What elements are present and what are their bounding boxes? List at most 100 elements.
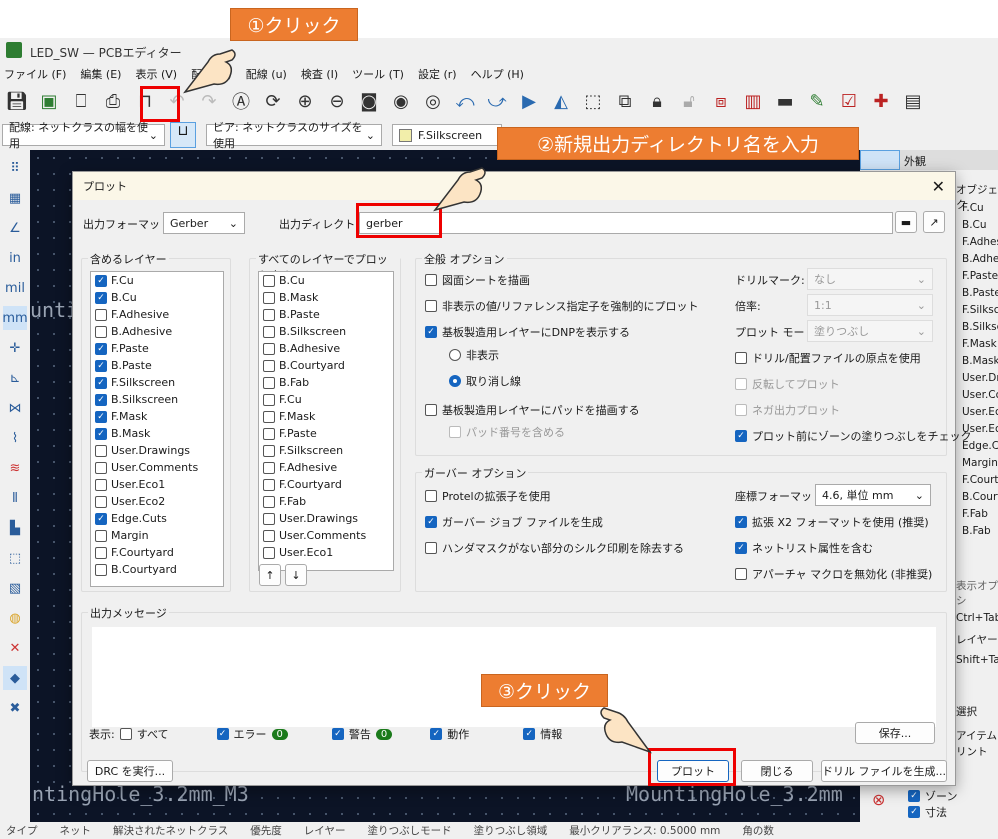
checkbox[interactable] — [449, 426, 461, 438]
checkbox[interactable]: ✓ — [425, 326, 437, 338]
layer-checkbox[interactable] — [95, 495, 107, 508]
appearance-layer-item[interactable]: User.Co — [954, 389, 998, 406]
net-highlight-icon[interactable]: ⫴ — [3, 486, 27, 510]
checkbox[interactable] — [425, 404, 437, 416]
layer-checkbox[interactable] — [263, 444, 275, 457]
layer-item[interactable]: B.Mask — [259, 289, 393, 306]
close-button[interactable]: 閉じる — [741, 760, 813, 782]
appearance-layer-item[interactable]: User.Dr — [954, 372, 998, 389]
lock-icon[interactable]: 🔒︎ — [644, 88, 670, 114]
appearance-layer-item[interactable]: F.Mask — [954, 338, 998, 355]
checkbox[interactable]: ✓ — [735, 516, 747, 528]
layer-checkbox[interactable] — [95, 461, 107, 474]
polar-coords-icon[interactable]: ∠ — [3, 216, 27, 240]
layer-item[interactable]: Margin — [91, 527, 223, 544]
close-icon[interactable]: ✕ — [932, 177, 945, 196]
layer-item[interactable]: ✓ B.Cu — [91, 289, 223, 306]
grid-icon[interactable]: ⠿ — [3, 156, 27, 180]
track-display-icon[interactable]: ✕ — [3, 636, 27, 660]
layer-item[interactable]: ✓ F.Mask — [91, 408, 223, 425]
unlock-icon[interactable]: 🔓︎ — [676, 88, 702, 114]
layer-checkbox[interactable]: ✓ — [95, 393, 107, 406]
radio[interactable] — [449, 375, 461, 387]
layer-checkbox[interactable] — [263, 376, 275, 389]
run-drc-button[interactable]: DRC を実行... — [87, 760, 173, 782]
layer-item[interactable]: ✓ B.Silkscreen — [91, 391, 223, 408]
layer-item[interactable]: User.Comments — [91, 459, 223, 476]
move-up-icon[interactable]: ↑ — [259, 564, 281, 586]
layer-item[interactable]: B.Silkscreen — [259, 323, 393, 340]
coord-format-select[interactable]: 4.6, 単位 mm ⌄ — [815, 484, 931, 506]
filter-dim[interactable]: ✓ 寸法 — [908, 804, 947, 820]
track-outline-icon[interactable]: ≋ — [3, 456, 27, 480]
flip-icon[interactable]: ▶ — [516, 88, 542, 114]
layer-checkbox[interactable]: ✓ — [95, 410, 107, 423]
layer-item[interactable]: User.Eco2 — [91, 493, 223, 510]
filter-print[interactable]: リント — [956, 744, 988, 759]
layer-checkbox[interactable] — [263, 342, 275, 355]
draw-pads-option[interactable]: 基板製造用レイヤーにパッドを描画する — [425, 402, 640, 418]
layer-item[interactable]: B.Adhesive — [259, 340, 393, 357]
layer-checkbox[interactable] — [263, 291, 275, 304]
appearance-layer-item[interactable]: F.Courty — [954, 474, 998, 491]
x2-format-option[interactable]: ✓ 拡張 X2 フォーマットを使用 (推奨) — [735, 514, 929, 530]
zoom-selection-icon[interactable]: ◎ — [420, 88, 446, 114]
appearance-layer-item[interactable]: B.Paste — [954, 287, 998, 304]
layer-item[interactable]: F.Fab — [259, 493, 393, 510]
negative-option[interactable]: ネガ出力プロット — [735, 402, 840, 418]
layer-item[interactable]: ✓ Edge.Cuts — [91, 510, 223, 527]
disable-aperture-macros-option[interactable]: アパーチャ マクロを無効化 (非推奨) — [735, 566, 932, 582]
checkbox[interactable] — [425, 542, 437, 554]
layer-item[interactable]: F.Courtyard — [259, 476, 393, 493]
layer-checkbox[interactable] — [95, 478, 107, 491]
mirror-icon[interactable]: ◭ — [548, 88, 574, 114]
layer-checkbox[interactable] — [95, 546, 107, 559]
generate-drill-button[interactable]: ドリル ファイルを生成... — [821, 760, 947, 782]
units-mil-button[interactable]: mil — [3, 276, 27, 300]
layer-checkbox[interactable]: ✓ — [95, 291, 107, 304]
layer-checkbox[interactable] — [95, 325, 107, 338]
layer-checkbox[interactable]: ✓ — [95, 359, 107, 372]
layer-item[interactable]: ✓ B.Paste — [91, 357, 223, 374]
mirror-option[interactable]: 反転してプロット — [735, 376, 840, 392]
layer-checkbox[interactable] — [263, 512, 275, 525]
all-layers-list[interactable]: B.Cu B.Mask B.Paste B.Silkscreen B.Adhesive B… — [258, 271, 394, 571]
auto-width-icon[interactable]: ⊔ — [170, 122, 196, 148]
aux-origin-option[interactable]: ドリル/配置ファイルの原点を使用 — [735, 350, 921, 366]
layer-checkbox[interactable] — [95, 529, 107, 542]
netlist-icon[interactable]: ⧈ — [708, 88, 734, 114]
zone-fill-icon[interactable]: ▙ — [3, 516, 27, 540]
protel-ext-option[interactable]: Protelの拡張子を使用 — [425, 488, 551, 504]
checkbox[interactable] — [425, 300, 437, 312]
error-checkbox[interactable]: ✓ — [216, 728, 229, 740]
menu-item[interactable]: ヘルプ (H) — [471, 66, 524, 82]
force-plot-option[interactable]: 非表示の値/リファレンス指定子を強制的にプロット — [425, 298, 698, 314]
appearance-layer-item[interactable]: B.Mask — [954, 355, 998, 372]
menu-item[interactable]: ツール (T) — [352, 66, 404, 82]
appearance-layer-item[interactable]: B.Adhes — [954, 253, 998, 270]
appearance-layer-item[interactable]: Margin — [954, 457, 998, 474]
appearance-layer-item[interactable]: B.Silksc — [954, 321, 998, 338]
layer-checkbox[interactable] — [263, 308, 275, 321]
layer-item[interactable]: ✓ F.Cu — [91, 272, 223, 289]
layer-checkbox[interactable]: ✓ — [95, 512, 107, 525]
action-checkbox[interactable]: ✓ — [430, 728, 443, 740]
appearance-layer-item[interactable]: F.Cu — [954, 202, 998, 219]
show-all-checkbox[interactable] — [119, 728, 132, 740]
grid-overrides-icon[interactable]: ▦ — [3, 186, 27, 210]
refresh-icon[interactable]: ⟳ — [260, 88, 286, 114]
checkbox[interactable]: ✓ — [908, 790, 920, 802]
appearance-layer-item[interactable]: F.Fab — [954, 508, 998, 525]
layer-item[interactable]: ✓ F.Paste — [91, 340, 223, 357]
warning-checkbox[interactable]: ✓ — [331, 728, 344, 740]
rotate-ccw-icon[interactable]: ⤺ — [452, 88, 478, 114]
filter-items[interactable]: アイテム — [956, 728, 997, 743]
layer-checkbox[interactable] — [263, 274, 275, 287]
draw-sheet-option[interactable]: 図面シートを描画 — [425, 272, 530, 288]
layer-checkbox[interactable] — [95, 444, 107, 457]
angle-icon[interactable]: ⊾ — [3, 366, 27, 390]
zone-outline-icon[interactable]: ⬚ — [3, 546, 27, 570]
format-select[interactable]: Gerber ⌄ — [163, 212, 245, 234]
info-checkbox[interactable]: ✓ — [523, 728, 536, 740]
layer-checkbox[interactable] — [95, 563, 107, 576]
